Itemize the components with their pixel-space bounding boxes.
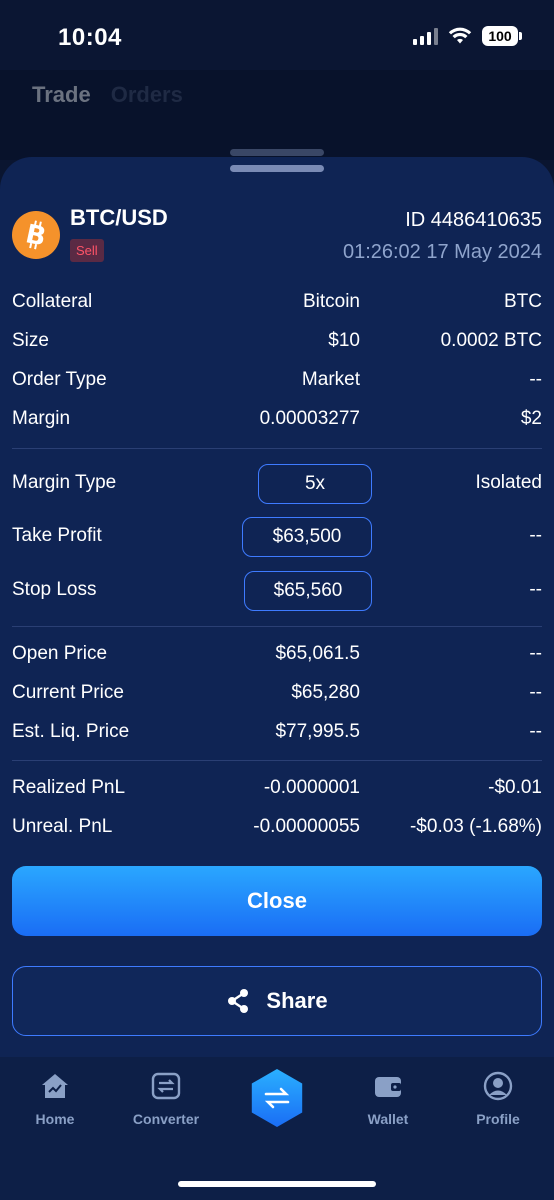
margin-type-label: Margin Type bbox=[12, 472, 117, 493]
side-badge: Sell bbox=[70, 239, 104, 262]
battery-indicator: 100 bbox=[482, 26, 522, 46]
converter-icon bbox=[151, 1071, 181, 1101]
order-datetime: 01:26:02 17 May 2024 bbox=[342, 241, 542, 263]
order-type-value: Market bbox=[301, 369, 360, 390]
tab-profile-label: Profile bbox=[476, 1111, 520, 1127]
current-price-label: Current Price bbox=[12, 682, 124, 703]
wifi-icon bbox=[448, 27, 472, 44]
share-button[interactable]: Share bbox=[12, 966, 542, 1036]
row-size: Size $10 0.0002 BTC bbox=[12, 326, 542, 356]
row-realized-pnl: Realized PnL -0.0000001 -$0.01 bbox=[12, 773, 542, 803]
tab-profile[interactable]: Profile bbox=[448, 1071, 548, 1127]
order-type-extra: -- bbox=[529, 369, 542, 390]
margin-type-mode: Isolated bbox=[475, 472, 542, 493]
row-margin: Margin 0.00003277 $2 bbox=[12, 404, 542, 434]
collateral-asset: Bitcoin bbox=[302, 291, 360, 312]
est-liq-price-extra: -- bbox=[529, 721, 542, 742]
order-id: ID 4486410635 bbox=[405, 209, 542, 231]
leverage-button[interactable]: 5x bbox=[258, 464, 372, 504]
unrealized-pnl-btc: -0.00000055 bbox=[253, 816, 360, 837]
divider bbox=[12, 448, 542, 449]
status-icons: 100 bbox=[413, 26, 522, 46]
margin-usd: $2 bbox=[520, 408, 542, 429]
stop-loss-button[interactable]: $65,560 bbox=[244, 571, 372, 611]
realized-pnl-label: Realized PnL bbox=[12, 777, 126, 798]
unrealized-pnl-usd: -$0.03 (-1.68%) bbox=[409, 816, 542, 837]
tab-wallet-label: Wallet bbox=[367, 1111, 409, 1127]
cellular-signal-icon bbox=[413, 27, 438, 45]
bottom-tab-bar: Home Converter Wallet Profile bbox=[0, 1057, 554, 1200]
margin-btc: 0.00003277 bbox=[259, 408, 360, 429]
tab-converter-label: Converter bbox=[132, 1111, 200, 1127]
open-price-extra: -- bbox=[529, 643, 542, 664]
est-liq-price-value: $77,995.5 bbox=[275, 721, 360, 742]
close-position-button[interactable]: Close bbox=[12, 866, 542, 936]
take-profit-button[interactable]: $63,500 bbox=[242, 517, 372, 557]
current-price-extra: -- bbox=[529, 682, 542, 703]
share-icon bbox=[228, 989, 249, 1013]
size-label: Size bbox=[12, 330, 49, 351]
row-est-liq-price: Est. Liq. Price $77,995.5 -- bbox=[12, 717, 542, 747]
background-tabs: Trade Orders bbox=[32, 82, 183, 108]
bitcoin-icon: B bbox=[12, 211, 60, 259]
order-type-label: Order Type bbox=[12, 369, 107, 390]
realized-pnl-usd: -$0.01 bbox=[488, 777, 542, 798]
tab-home[interactable]: Home bbox=[5, 1071, 105, 1127]
take-profit-label: Take Profit bbox=[12, 525, 102, 546]
tab-wallet[interactable]: Wallet bbox=[338, 1071, 438, 1127]
status-time: 10:04 bbox=[58, 24, 122, 51]
tab-home-label: Home bbox=[35, 1111, 75, 1127]
open-price-value: $65,061.5 bbox=[275, 643, 360, 664]
wallet-icon bbox=[373, 1071, 403, 1101]
sheet-drag-handle[interactable] bbox=[230, 165, 324, 172]
divider bbox=[12, 760, 542, 761]
home-indicator[interactable] bbox=[178, 1181, 376, 1187]
swap-arrows-icon bbox=[264, 1087, 290, 1109]
stop-loss-label: Stop Loss bbox=[12, 579, 97, 600]
status-bar: 10:04 100 bbox=[0, 0, 554, 70]
est-liq-price-label: Est. Liq. Price bbox=[12, 721, 130, 742]
stop-loss-extra: -- bbox=[529, 579, 542, 600]
trade-swap-button[interactable] bbox=[251, 1069, 303, 1127]
collateral-label: Collateral bbox=[12, 291, 93, 312]
tab-trade: Trade bbox=[32, 82, 91, 107]
size-btc: 0.0002 BTC bbox=[440, 330, 542, 351]
realized-pnl-btc: -0.0000001 bbox=[263, 777, 360, 798]
collateral-symbol: BTC bbox=[504, 291, 542, 312]
current-price-value: $65,280 bbox=[291, 682, 360, 703]
row-order-type: Order Type Market -- bbox=[12, 365, 542, 395]
row-open-price: Open Price $65,061.5 -- bbox=[12, 639, 542, 669]
unrealized-pnl-label: Unreal. PnL bbox=[12, 816, 113, 837]
profile-icon bbox=[483, 1071, 513, 1101]
row-collateral: Collateral Bitcoin BTC bbox=[12, 287, 542, 317]
tab-converter[interactable]: Converter bbox=[116, 1071, 216, 1127]
size-usd: $10 bbox=[328, 330, 360, 351]
share-label: Share bbox=[266, 988, 328, 1013]
trading-pair: BTC/USD bbox=[70, 205, 168, 230]
order-detail-sheet: B BTC/USD Sell ID 4486410635 01:26:02 17… bbox=[0, 157, 554, 1057]
home-icon bbox=[40, 1071, 70, 1101]
divider bbox=[12, 626, 542, 627]
row-current-price: Current Price $65,280 -- bbox=[12, 678, 542, 708]
row-unrealized-pnl: Unreal. PnL -0.00000055 -$0.03 (-1.68%) bbox=[12, 812, 542, 842]
tab-orders: Orders bbox=[110, 82, 183, 107]
open-price-label: Open Price bbox=[12, 643, 108, 664]
take-profit-extra: -- bbox=[529, 525, 542, 546]
background-sheet-handle bbox=[230, 149, 324, 156]
margin-label: Margin bbox=[12, 408, 71, 429]
